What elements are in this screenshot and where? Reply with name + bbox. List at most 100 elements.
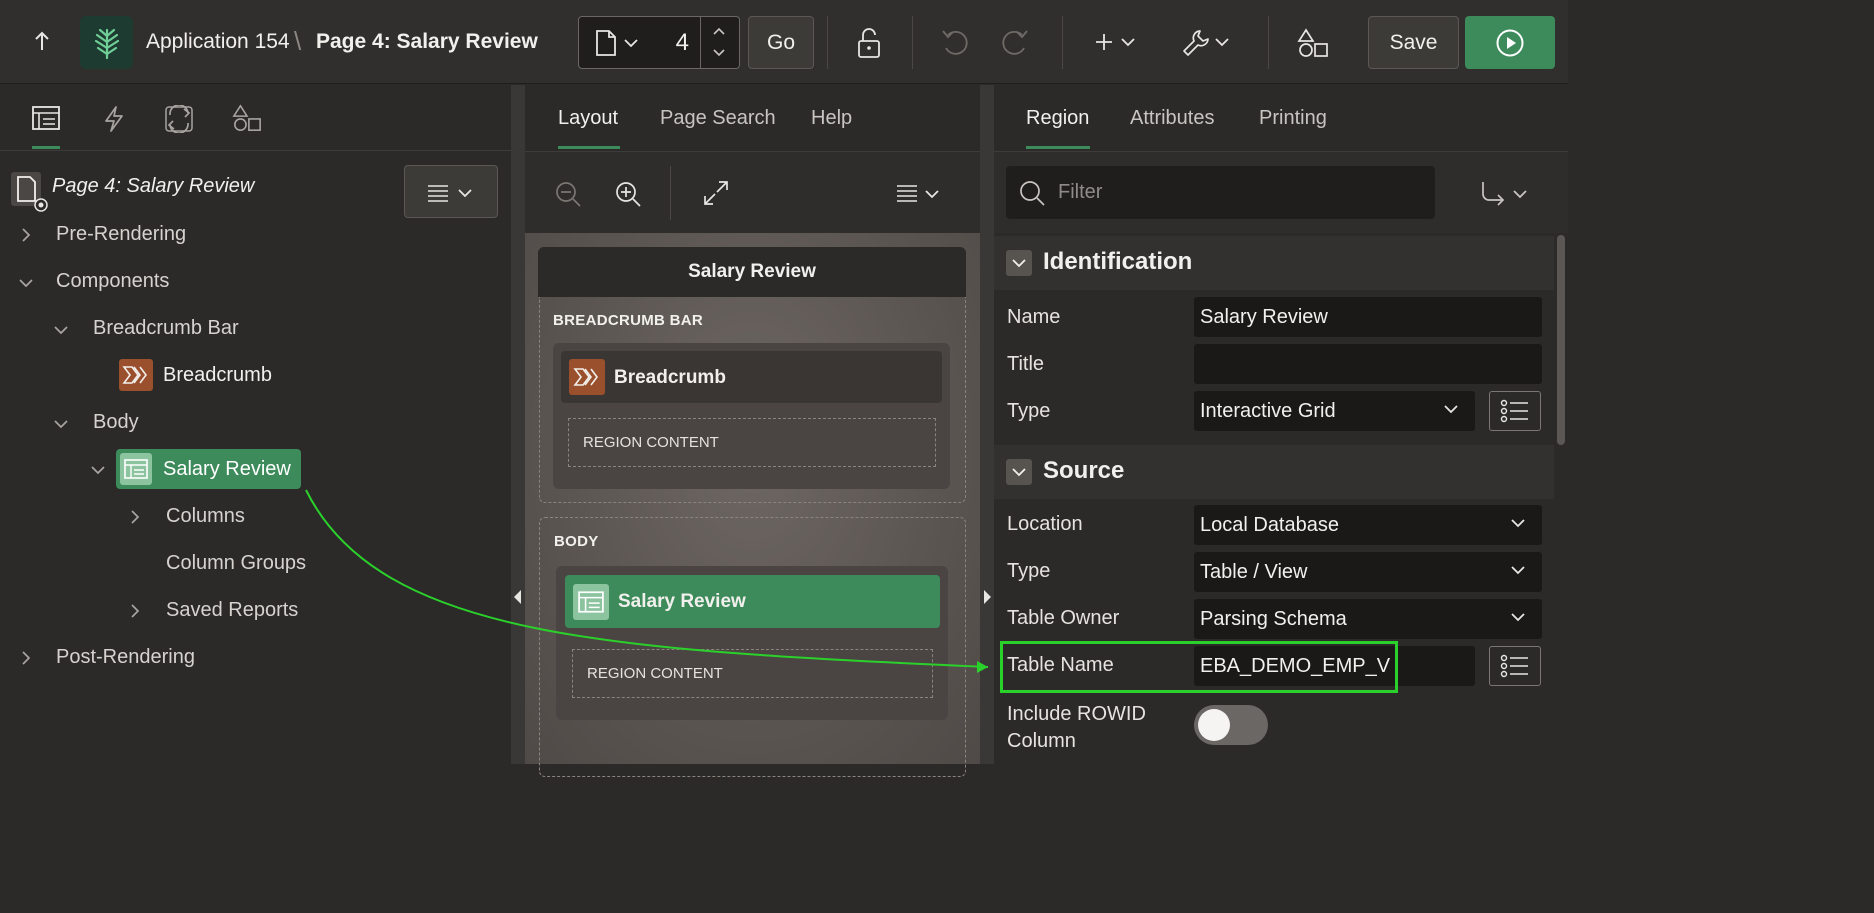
tree-item-saved-reports[interactable]: Saved Reports <box>166 599 298 622</box>
run-page-button[interactable] <box>1465 16 1555 69</box>
page-title: Page 4: Salary Review <box>316 30 538 53</box>
chevron-right-icon[interactable] <box>127 509 143 525</box>
chevron-down-icon[interactable] <box>623 37 639 49</box>
chevron-down-icon[interactable] <box>1120 36 1136 48</box>
type-label: Type <box>1007 400 1051 422</box>
type-list-button[interactable] <box>1489 391 1541 431</box>
breadcrumb-region-card[interactable]: Breadcrumb REGION CONTENT <box>553 343 950 489</box>
divider <box>912 16 913 69</box>
divider <box>0 150 511 151</box>
tab-layout[interactable]: Layout <box>558 107 618 130</box>
dynamic-actions-tab-icon[interactable] <box>102 105 126 133</box>
source-group-header[interactable]: Source <box>994 445 1554 499</box>
page-icon <box>10 171 50 213</box>
chevron-up-icon[interactable] <box>711 25 727 37</box>
breadcrumb-icon <box>569 359 605 395</box>
unlock-icon[interactable] <box>854 27 884 59</box>
tab-attributes[interactable]: Attributes <box>1130 107 1214 130</box>
left-splitter[interactable] <box>511 85 525 764</box>
tree-item-components[interactable]: Components <box>56 270 169 293</box>
wrench-icon[interactable] <box>1180 27 1212 59</box>
group-title: Source <box>1043 457 1125 484</box>
tree-item-columns[interactable]: Columns <box>166 505 245 528</box>
identification-group-header[interactable]: Identification <box>994 236 1554 290</box>
rendering-tree-pane: Page 4: Salary Review Pre-Rendering Comp… <box>0 85 511 764</box>
go-button[interactable]: Go <box>748 16 814 69</box>
tab-region[interactable]: Region <box>1026 107 1089 130</box>
chevron-down-icon[interactable] <box>53 416 69 432</box>
chevron-down-icon[interactable] <box>90 462 106 478</box>
name-field[interactable]: Salary Review <box>1194 297 1542 337</box>
menu-lines-icon[interactable] <box>896 184 918 202</box>
app-logo-icon[interactable] <box>80 16 133 69</box>
tree-item-breadcrumb[interactable]: Breadcrumb <box>163 364 272 387</box>
location-select[interactable]: Local Database <box>1194 505 1542 545</box>
chevron-down-icon[interactable] <box>711 47 727 59</box>
region-content-placeholder[interactable]: REGION CONTENT <box>572 649 933 698</box>
up-arrow-icon[interactable] <box>28 28 56 56</box>
tree-item-pre-rendering[interactable]: Pre-Rendering <box>56 223 186 246</box>
plus-icon[interactable] <box>1094 32 1114 52</box>
right-splitter[interactable] <box>980 85 994 764</box>
tree-item-body[interactable]: Body <box>93 411 139 434</box>
table-name-list-button[interactable] <box>1489 646 1541 686</box>
tree-page-label[interactable]: Page 4: Salary Review <box>52 175 254 198</box>
region-header[interactable]: Salary Review <box>565 575 940 628</box>
region-content-placeholder[interactable]: REGION CONTENT <box>568 418 936 467</box>
chevron-right-icon[interactable] <box>18 227 34 243</box>
undo-icon[interactable] <box>940 28 970 58</box>
scrollbar[interactable] <box>1557 235 1565 445</box>
breadcrumb-bar-label: BREADCRUMB BAR <box>553 312 704 329</box>
chevron-down-icon[interactable] <box>53 322 69 338</box>
page-header-card[interactable]: Salary Review <box>538 247 966 297</box>
label-line-2: Column <box>1007 730 1076 752</box>
active-tab-indicator <box>32 146 60 149</box>
chevron-right-icon[interactable] <box>18 650 34 666</box>
chevron-down-icon[interactable] <box>1512 188 1528 200</box>
save-button[interactable]: Save <box>1368 16 1459 69</box>
zoom-in-icon[interactable] <box>614 180 642 208</box>
tree-item-breadcrumb-bar[interactable]: Breadcrumb Bar <box>93 317 239 340</box>
tree-menu-button[interactable] <box>404 165 498 218</box>
region-type-select[interactable]: Interactive Grid <box>1194 391 1475 431</box>
layout-toolbar <box>525 151 980 233</box>
chevron-right-icon[interactable] <box>127 603 143 619</box>
zoom-out-icon[interactable] <box>554 180 582 208</box>
select-value: Local Database <box>1200 513 1339 536</box>
shared-components-tab-icon[interactable] <box>232 103 262 133</box>
tree-item-column-groups[interactable]: Column Groups <box>166 552 306 575</box>
page-selector[interactable]: 4 <box>578 16 740 69</box>
include-rowid-toggle[interactable] <box>1194 705 1268 745</box>
source-type-select[interactable]: Table / View <box>1194 552 1542 592</box>
tab-help[interactable]: Help <box>811 107 852 130</box>
application-name[interactable]: Application 154 <box>146 30 290 54</box>
title-field[interactable] <box>1194 344 1542 384</box>
tree-item-salary-review[interactable]: Salary Review <box>116 449 301 489</box>
tree-item-label: Salary Review <box>163 458 291 480</box>
processing-tab-icon[interactable] <box>164 105 194 133</box>
chevron-down-icon[interactable] <box>924 188 940 200</box>
salary-review-region-card[interactable]: Salary Review REGION CONTENT <box>556 566 948 720</box>
title-label: Title <box>1007 353 1045 375</box>
redo-icon[interactable] <box>1000 28 1030 58</box>
collapse-icon[interactable] <box>1006 250 1032 276</box>
shapes-icon[interactable] <box>1297 27 1329 59</box>
table-owner-select[interactable]: Parsing Schema <box>1194 599 1542 639</box>
go-to-group-icon[interactable] <box>1480 180 1506 206</box>
chevron-down-icon <box>458 189 472 198</box>
expand-icon[interactable] <box>703 180 729 206</box>
rendering-tab-icon[interactable] <box>32 105 60 131</box>
divider <box>1268 16 1269 69</box>
region-header[interactable]: Breadcrumb <box>561 351 942 403</box>
tree-item-post-rendering[interactable]: Post-Rendering <box>56 646 195 669</box>
tab-printing[interactable]: Printing <box>1259 107 1327 130</box>
filter-input[interactable]: Filter <box>1006 166 1435 219</box>
collapse-icon[interactable] <box>1006 459 1032 485</box>
divider <box>1062 16 1063 69</box>
include-rowid-label: Include ROWID Column <box>1007 701 1146 755</box>
divider <box>700 17 701 68</box>
page-number-input[interactable]: 4 <box>649 29 689 57</box>
chevron-down-icon[interactable] <box>1214 36 1230 48</box>
chevron-down-icon[interactable] <box>18 275 34 291</box>
tab-page-search[interactable]: Page Search <box>660 107 776 130</box>
